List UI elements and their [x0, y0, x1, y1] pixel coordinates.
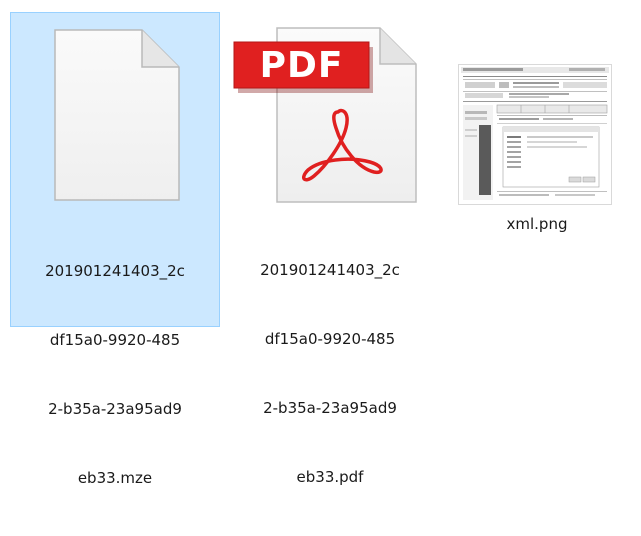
blank-document-icon: [54, 29, 180, 201]
file-name-line: 201901241403_2c: [45, 262, 185, 280]
file-name-mze: 201901241403_2c df15a0-9920-485 2-b35a-2…: [11, 214, 219, 536]
file-name-line: 2-b35a-23a95ad9: [263, 399, 397, 417]
file-name-png: xml.png: [506, 215, 568, 233]
file-name-line: 2-b35a-23a95ad9: [48, 400, 182, 418]
screenshot-preview: [459, 65, 611, 204]
file-name-line: eb33.pdf: [296, 468, 364, 486]
file-name-line: eb33.mze: [77, 469, 153, 487]
file-name-pdf: 201901241403_2c df15a0-9920-485 2-b35a-2…: [226, 213, 434, 535]
file-item-pdf[interactable]: PDF 201901241403_2c df15a0-9920-485 2-b3…: [226, 12, 436, 486]
file-name-line: df15a0-9920-485: [264, 330, 396, 348]
image-thumbnail-icon: [458, 64, 612, 205]
file-name-line: 201901241403_2c: [260, 261, 400, 279]
pdf-badge-label: PDF: [259, 45, 344, 86]
file-item-mze[interactable]: 201901241403_2c df15a0-9920-485 2-b35a-2…: [10, 12, 220, 487]
file-name-line: df15a0-9920-485: [49, 331, 181, 349]
